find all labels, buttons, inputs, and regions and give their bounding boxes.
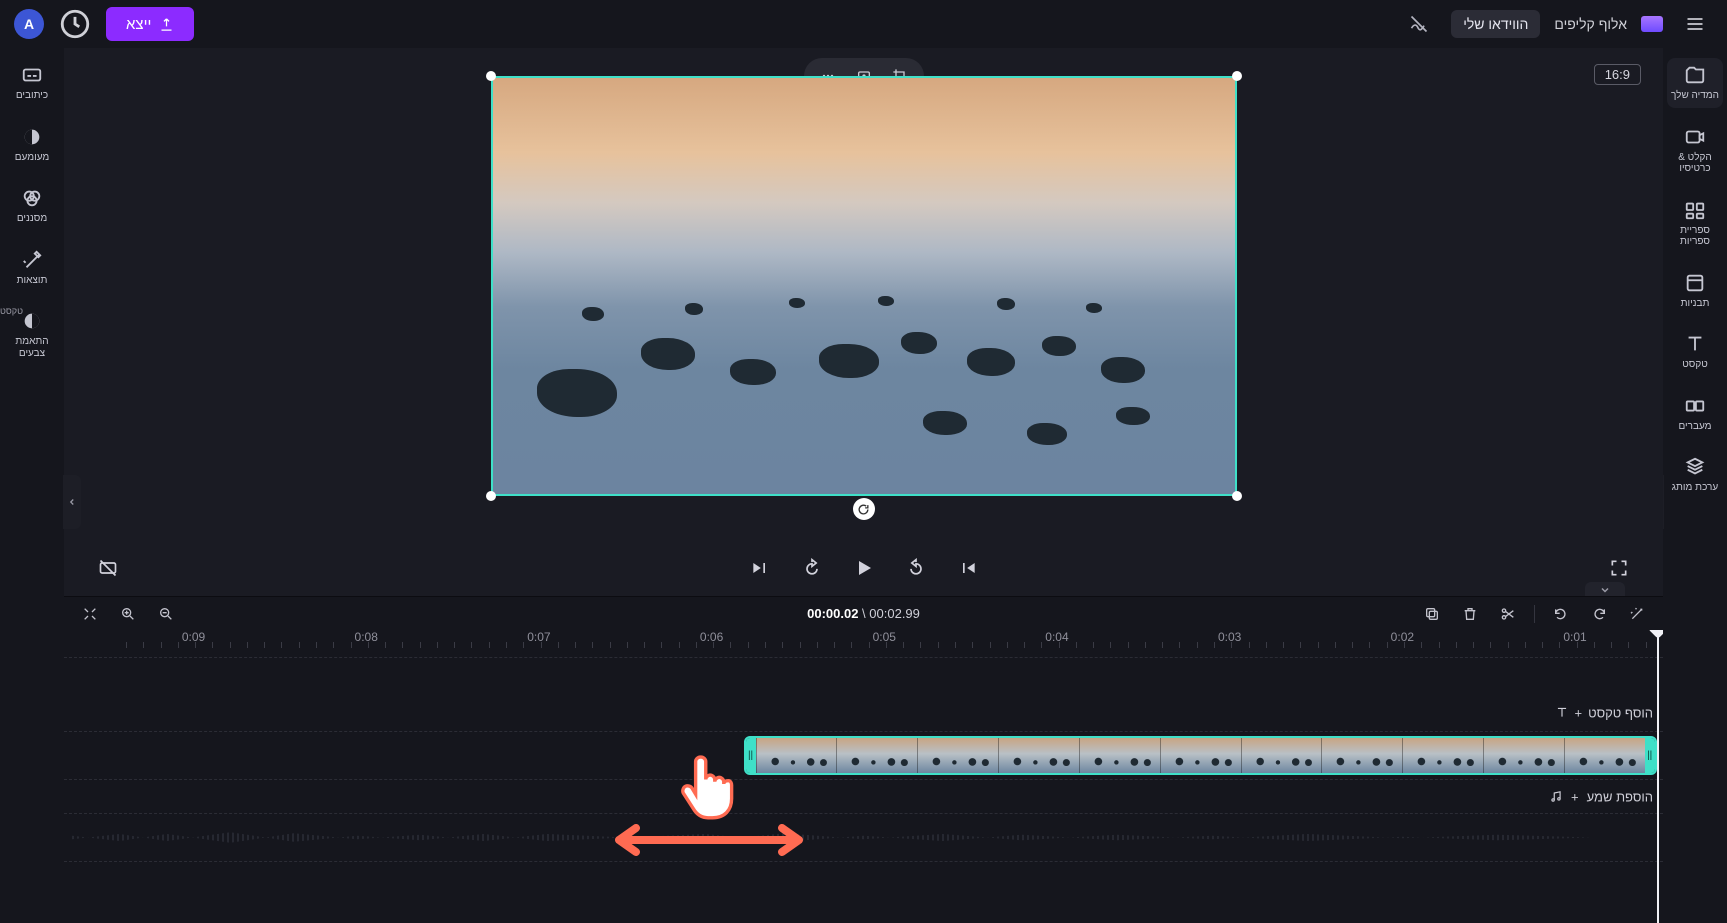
duplicate-icon[interactable] — [1420, 602, 1444, 626]
timeline-ruler[interactable]: 0:01 0:02 0:03 0:04 0:05 0:06 0:07 0:08 … — [64, 630, 1663, 658]
top-bar: אלוף קליפים הווידאו שלי ייצא A — [0, 0, 1727, 48]
playback-bar — [64, 546, 1663, 590]
redo-icon[interactable] — [1587, 602, 1611, 626]
ruler-tick: 0:06 — [700, 630, 723, 644]
prop-item-label: התאמת צבעים — [4, 336, 60, 359]
sidebar-collapse-left[interactable] — [63, 475, 81, 529]
add-audio-button[interactable]: + הוספת שמע — [1549, 789, 1653, 804]
prop-item-effects[interactable]: תוצאות — [4, 243, 60, 293]
project-badge-icon — [1641, 16, 1663, 32]
prop-item-label: תוצאות — [17, 275, 48, 287]
timecode-display: 00:00.02 \ 00:02.99 — [807, 606, 920, 621]
timecode-total: 00:02.99 — [869, 606, 920, 621]
play-button[interactable] — [850, 554, 878, 582]
magic-icon[interactable] — [1625, 602, 1649, 626]
sidebar-item-brandkit[interactable]: ערכת מותג — [1667, 450, 1723, 500]
sidebar-item-label: ספריית ספריות — [1667, 225, 1723, 248]
ruler-tick: 0:05 — [873, 630, 896, 644]
preview-stage: 16:9 — [64, 48, 1663, 596]
resize-handle-bl[interactable] — [1232, 491, 1242, 501]
ruler-tick: 0:04 — [1045, 630, 1068, 644]
audio-track-header[interactable]: + הוספת שמע — [64, 780, 1663, 814]
skip-prev-icon[interactable] — [954, 554, 982, 582]
text-track[interactable]: + הוסף טקסט — [64, 694, 1663, 732]
sidebar-properties: כיתובים מעומעם מסננים תוצאות טקסט התאמת … — [0, 48, 64, 923]
zoom-out-icon[interactable] — [154, 602, 178, 626]
prop-item-fade[interactable]: מעומעם — [4, 120, 60, 170]
export-button-label: ייצא — [126, 16, 151, 33]
preview-canvas[interactable] — [491, 76, 1237, 496]
prop-item-label: כיתובים — [16, 90, 48, 102]
audio-track[interactable] — [64, 814, 1663, 862]
sidebar-item-transitions[interactable]: מעברים — [1667, 389, 1723, 439]
seek-fwd-icon[interactable] — [798, 554, 826, 582]
ruler-tick: 0:09 — [182, 630, 205, 644]
ruler-tick: 0:03 — [1218, 630, 1241, 644]
video-clip[interactable]: || || — [744, 736, 1657, 775]
add-audio-label: הוספת שמע — [1587, 789, 1653, 804]
my-video-button[interactable]: הווידאו שלי — [1451, 10, 1540, 38]
main-area: המדיה שלך הקלט & כרטיסיו ספריית ספריות ת… — [0, 48, 1727, 923]
signature-disabled-icon[interactable] — [1401, 6, 1437, 42]
sidebar-item-your-media[interactable]: המדיה שלך — [1667, 58, 1723, 108]
export-button[interactable]: ייצא — [106, 7, 194, 41]
zoom-in-icon[interactable] — [116, 602, 140, 626]
seek-back-icon[interactable] — [902, 554, 930, 582]
center-panel: 16:9 — [64, 48, 1663, 923]
split-icon[interactable] — [1496, 602, 1520, 626]
rotate-handle[interactable] — [853, 498, 875, 520]
fullscreen-icon[interactable] — [1605, 554, 1633, 582]
sidebar-item-label: ערכת מותג — [1672, 482, 1718, 494]
ruler-tick: 0:08 — [355, 630, 378, 644]
ruler-tick: 0:07 — [527, 630, 550, 644]
resize-handle-br[interactable] — [486, 491, 496, 501]
clip-trim-left[interactable]: || — [746, 738, 756, 773]
zoom-fit-icon[interactable] — [78, 602, 102, 626]
sidebar-item-library[interactable]: ספריית ספריות — [1667, 193, 1723, 254]
prop-item-label: מסננים — [17, 213, 47, 225]
prop-item-color-adjust[interactable]: טקסט התאמת צבעים — [4, 304, 60, 365]
sidebar-item-label: הקלט & כרטיסיו — [1667, 152, 1723, 175]
hamburger-menu-icon[interactable] — [1677, 6, 1713, 42]
preview-quality-icon[interactable] — [94, 554, 122, 582]
ruler-tick: 0:02 — [1391, 630, 1414, 644]
project-name[interactable]: אלוף קליפים — [1554, 16, 1627, 32]
timeline-area[interactable]: 0:01 0:02 0:03 0:04 0:05 0:06 0:07 0:08 … — [64, 630, 1663, 923]
prop-item-filters[interactable]: מסננים — [4, 181, 60, 231]
sidebar-item-templates[interactable]: תבניות — [1667, 266, 1723, 316]
sidebar-item-label: מעברים — [1678, 421, 1711, 433]
canvas-selection[interactable] — [491, 76, 1237, 496]
sidebar-item-record[interactable]: הקלט & כרטיסיו — [1667, 120, 1723, 181]
avatar[interactable]: A — [14, 9, 44, 39]
sidebar-item-label: המדיה שלך — [1671, 90, 1719, 102]
resize-handle-tl[interactable] — [1232, 71, 1242, 81]
prop-item-sublabel: טקסט — [0, 306, 23, 316]
timeline-toolbar: 00:00.02 \ 00:02.99 — [64, 596, 1663, 630]
sidebar-item-text[interactable]: טקסט — [1667, 327, 1723, 377]
prop-item-label: מעומעם — [15, 152, 50, 164]
playhead[interactable] — [1657, 630, 1659, 923]
sidebar-primary: המדיה שלך הקלט & כרטיסיו ספריית ספריות ת… — [1663, 48, 1727, 923]
ruler-tick: 0:01 — [1563, 630, 1586, 644]
history-icon[interactable] — [58, 7, 92, 41]
add-text-label: הוסף טקסט — [1588, 705, 1653, 720]
sidebar-item-label: תבניות — [1681, 298, 1710, 310]
resize-handle-tr[interactable] — [486, 71, 496, 81]
undo-icon[interactable] — [1549, 602, 1573, 626]
skip-next-icon[interactable] — [746, 554, 774, 582]
add-text-button[interactable]: + הוסף טקסט — [1555, 705, 1654, 720]
aspect-ratio-selector[interactable]: 16:9 — [1594, 64, 1641, 85]
clip-trim-right[interactable]: || — [1645, 738, 1655, 773]
audio-waveform — [72, 820, 1655, 855]
sidebar-item-label: טקסט — [1682, 359, 1708, 371]
prop-item-captions[interactable]: כיתובים — [4, 58, 60, 108]
video-track[interactable]: || || — [64, 732, 1663, 780]
timecode-current: 00:00.02 — [807, 606, 858, 621]
delete-icon[interactable] — [1458, 602, 1482, 626]
